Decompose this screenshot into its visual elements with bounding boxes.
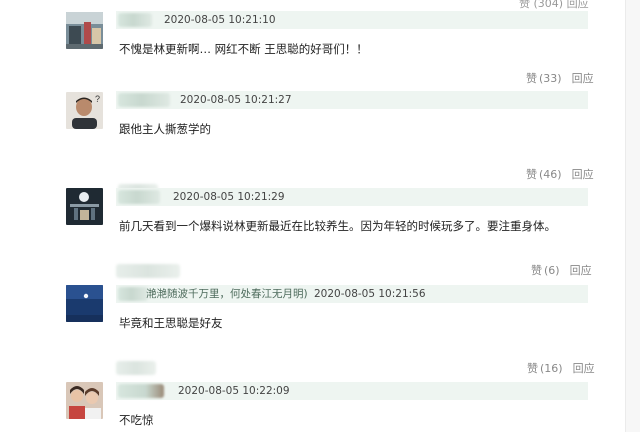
like-button[interactable]: 赞 xyxy=(531,264,542,278)
comment-text: 不吃惊 xyxy=(119,413,154,427)
comment-timestamp: 2020-08-05 10:21:29 xyxy=(173,191,285,203)
like-button[interactable]: 赞 xyxy=(526,72,537,86)
comment-actions: 赞 (16) 回应 xyxy=(527,362,595,376)
avatar-photo-night-sky[interactable] xyxy=(66,285,103,322)
comment-actions: 赞 (6) 回应 xyxy=(531,264,592,278)
comment-meta-bar: 滟滟随波千万里，何处春江无月明) 2020-08-05 10:21:56 xyxy=(116,285,588,303)
comment-meta-bar: 2020-08-05 10:22:09 xyxy=(116,382,588,400)
svg-text:?: ? xyxy=(95,94,100,104)
reply-button[interactable]: 回应 xyxy=(570,264,592,278)
like-count: (46) xyxy=(539,168,562,181)
comment-meta-bar: 2020-08-05 10:21:27 xyxy=(116,91,588,109)
comment-actions: 赞 (33) 回应 xyxy=(526,72,594,86)
comment-username[interactable]: 滟滟随波千万里，何处春江无月明) xyxy=(146,286,308,302)
avatar-photo-man[interactable]: ? xyxy=(66,92,103,129)
like-count: (6) xyxy=(544,264,560,277)
blurred-username[interactable] xyxy=(118,13,152,27)
comment-timestamp: 2020-08-05 10:21:10 xyxy=(164,14,276,26)
comment-text: 不愧是林更新啊… 网红不断 王思聪的好哥们！！ xyxy=(119,42,368,56)
like-button[interactable]: 赞 xyxy=(527,362,538,376)
blurred-username-top xyxy=(116,361,156,375)
comment-actions: 赞 (46) 回应 xyxy=(526,168,594,182)
reply-button[interactable]: 回应 xyxy=(572,72,594,86)
like-button[interactable]: 赞 xyxy=(526,168,537,182)
comment-text: 毕竟和王思聪是好友 xyxy=(119,316,223,330)
reply-button[interactable]: 回应 xyxy=(572,168,594,182)
blurred-username-top xyxy=(116,264,180,278)
blurred-username[interactable] xyxy=(118,190,160,204)
comment-page: 赞 (304) 回应 2020-08-05 10:21:10 不愧是林更新啊… … xyxy=(0,0,640,432)
comment-meta-bar: 2020-08-05 10:21:10 xyxy=(116,11,588,29)
like-count: (33) xyxy=(539,72,562,85)
like-count: (16) xyxy=(540,362,563,375)
comment-text: 跟他主人撕葱学的 xyxy=(119,122,211,136)
reply-button[interactable]: 回应 xyxy=(573,362,595,376)
comment-meta-bar: 2020-08-05 10:21:29 xyxy=(116,188,588,206)
avatar-photo-dark-scene[interactable] xyxy=(66,188,103,225)
avatar-photo-street[interactable] xyxy=(66,12,103,49)
blurred-username[interactable] xyxy=(118,287,148,301)
comment-text: 前几天看到一个爆料说林更新最近在比较养生。因为年轻的时候玩多了。要注重身体。 xyxy=(119,219,556,233)
avatar-photo-couple[interactable] xyxy=(66,382,103,419)
blurred-username[interactable] xyxy=(118,93,170,107)
comment-timestamp: 2020-08-05 10:22:09 xyxy=(178,385,290,397)
comment-timestamp: 2020-08-05 10:21:27 xyxy=(180,94,292,106)
comment-timestamp: 2020-08-05 10:21:56 xyxy=(314,288,426,300)
top-partial-actions[interactable]: 赞 (304) 回应 xyxy=(519,0,589,11)
right-edge-strip xyxy=(625,0,640,432)
blurred-username[interactable] xyxy=(118,384,164,398)
